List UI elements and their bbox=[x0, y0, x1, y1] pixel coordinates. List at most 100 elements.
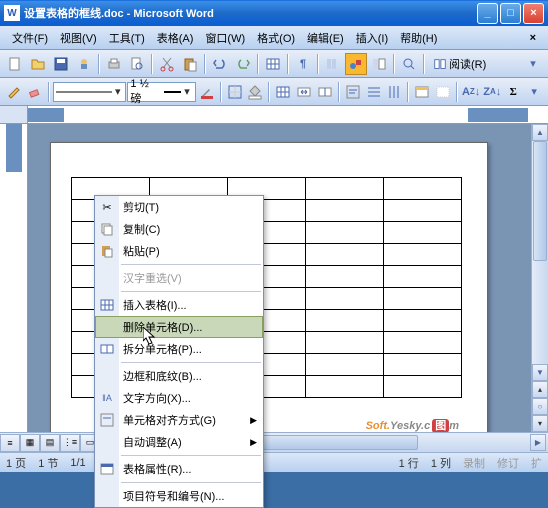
vertical-ruler[interactable] bbox=[0, 124, 28, 432]
merge-cells-button[interactable] bbox=[294, 81, 314, 103]
save-button[interactable] bbox=[50, 53, 72, 75]
menu-insert[interactable]: 插入(I) bbox=[352, 28, 392, 48]
horizontal-ruler[interactable] bbox=[0, 106, 548, 124]
status-rev: 修订 bbox=[497, 455, 519, 471]
status-ext: 扩 bbox=[531, 455, 542, 471]
tables-toolbar: ▾ 1 ½ 磅▾ AZ↓ ZA↓ Σ ▾ bbox=[0, 78, 548, 106]
next-page-button[interactable]: ▾ bbox=[532, 415, 548, 432]
menu-tools[interactable]: 工具(T) bbox=[105, 28, 149, 48]
draw-table-button[interactable] bbox=[4, 81, 24, 103]
toolbar-options-button[interactable]: ▾ bbox=[522, 53, 544, 75]
print-view-button[interactable]: ▤ bbox=[40, 434, 60, 452]
ctx-reconvert: 汉字重选(V) bbox=[95, 267, 263, 289]
doc-close-button[interactable]: × bbox=[526, 30, 540, 46]
normal-view-button[interactable]: ≡ bbox=[0, 434, 20, 452]
line-weight-combo[interactable]: 1 ½ 磅▾ bbox=[127, 82, 195, 102]
doc-map-button[interactable] bbox=[368, 53, 390, 75]
print-button[interactable] bbox=[103, 53, 125, 75]
menu-edit[interactable]: 编辑(E) bbox=[303, 28, 348, 48]
line-style-combo[interactable]: ▾ bbox=[53, 82, 127, 102]
web-view-button[interactable]: ▦ bbox=[20, 434, 40, 452]
menu-table[interactable]: 表格(A) bbox=[153, 28, 198, 48]
menu-view[interactable]: 视图(V) bbox=[56, 28, 101, 48]
open-button[interactable] bbox=[27, 53, 49, 75]
prev-page-button[interactable]: ▴ bbox=[532, 381, 548, 398]
ctx-copy[interactable]: 复制(C) bbox=[95, 218, 263, 240]
close-button[interactable]: × bbox=[523, 3, 544, 24]
status-bar: 1 页 1 节 1/1 1 行 1 列 录制 修订 扩 bbox=[0, 452, 548, 472]
insert-table-button[interactable] bbox=[262, 53, 284, 75]
insert-table2-button[interactable] bbox=[273, 81, 293, 103]
hide-gridlines-button[interactable] bbox=[433, 81, 453, 103]
permission-button[interactable] bbox=[73, 53, 95, 75]
sort-desc-button[interactable]: ZA↓ bbox=[482, 81, 502, 103]
copy-icon bbox=[99, 221, 115, 237]
maximize-button[interactable]: □ bbox=[500, 3, 521, 24]
ctx-insert-table[interactable]: 插入表格(I)... bbox=[95, 294, 263, 316]
menu-format[interactable]: 格式(O) bbox=[253, 28, 299, 48]
watermark: Soft.Yesky.c图m bbox=[366, 416, 459, 432]
redo-button[interactable] bbox=[232, 53, 254, 75]
scroll-thumb[interactable] bbox=[533, 141, 547, 261]
sort-asc-button[interactable]: AZ↓ bbox=[461, 81, 481, 103]
zoom-button[interactable] bbox=[398, 53, 420, 75]
scroll-right-button[interactable]: ▶ bbox=[530, 434, 546, 451]
align-icon bbox=[99, 412, 115, 428]
ctx-bullets[interactable]: 项目符号和编号(N)... bbox=[95, 485, 263, 507]
cut-button[interactable] bbox=[156, 53, 178, 75]
context-menu: ✂剪切(T) 复制(C) 粘贴(P) 汉字重选(V) 插入表格(I)... 删除… bbox=[94, 195, 264, 508]
menu-bar: 文件(F) 视图(V) 工具(T) 表格(A) 窗口(W) 格式(O) 编辑(E… bbox=[0, 26, 548, 50]
show-marks-button[interactable]: ¶ bbox=[292, 53, 314, 75]
scroll-down-button[interactable]: ▼ bbox=[532, 364, 548, 381]
undo-button[interactable] bbox=[209, 53, 231, 75]
align-button[interactable] bbox=[343, 81, 363, 103]
ctx-cell-align[interactable]: 单元格对齐方式(G)▶ bbox=[95, 409, 263, 431]
word-app-icon: W bbox=[4, 5, 20, 21]
split-icon bbox=[99, 341, 115, 357]
autoformat-button[interactable] bbox=[412, 81, 432, 103]
preview-button[interactable] bbox=[126, 53, 148, 75]
workspace: Soft.Yesky.c图m ▲ ▼ ▴ ○ ▾ bbox=[0, 124, 548, 432]
borders-button[interactable] bbox=[225, 81, 245, 103]
shading-button[interactable] bbox=[245, 81, 265, 103]
ctx-autofit[interactable]: 自动调整(A)▶ bbox=[95, 431, 263, 453]
split-cells-button[interactable] bbox=[315, 81, 335, 103]
menu-file[interactable]: 文件(F) bbox=[8, 28, 52, 48]
status-page: 1 页 bbox=[6, 455, 26, 471]
toolbar3-options-button[interactable]: ▾ bbox=[524, 81, 544, 103]
new-doc-button[interactable] bbox=[4, 53, 26, 75]
vertical-scrollbar[interactable]: ▲ ▼ ▴ ○ ▾ bbox=[531, 124, 548, 432]
ctx-cut[interactable]: ✂剪切(T) bbox=[95, 196, 263, 218]
paste-button[interactable] bbox=[179, 53, 201, 75]
distribute-cols-button[interactable] bbox=[384, 81, 404, 103]
status-section: 1 节 bbox=[38, 455, 58, 471]
ctx-paste[interactable]: 粘贴(P) bbox=[95, 240, 263, 262]
border-color-button[interactable] bbox=[197, 81, 217, 103]
cut-icon: ✂ bbox=[99, 199, 115, 215]
ctx-text-direction[interactable]: ‖A文字方向(X)... bbox=[95, 387, 263, 409]
eraser-button[interactable] bbox=[25, 81, 45, 103]
autosum-button[interactable]: Σ bbox=[503, 81, 523, 103]
drawing-button[interactable] bbox=[345, 53, 367, 75]
textdir-icon: ‖A bbox=[99, 390, 115, 406]
props-icon bbox=[99, 461, 115, 477]
status-position: 1/1 bbox=[70, 457, 85, 469]
submenu-arrow-icon: ▶ bbox=[250, 437, 257, 448]
menu-window[interactable]: 窗口(W) bbox=[201, 28, 249, 48]
status-line: 1 行 bbox=[399, 455, 419, 471]
paste-icon bbox=[99, 243, 115, 259]
scroll-up-button[interactable]: ▲ bbox=[532, 124, 548, 141]
ctx-borders[interactable]: 边框和底纹(B)... bbox=[95, 365, 263, 387]
ctx-table-props[interactable]: 表格属性(R)... bbox=[95, 458, 263, 480]
ctx-split-cells[interactable]: 拆分单元格(P)... bbox=[95, 338, 263, 360]
ctx-delete-cells[interactable]: 删除单元格(D)... bbox=[95, 316, 263, 338]
distribute-rows-button[interactable] bbox=[364, 81, 384, 103]
status-column: 1 列 bbox=[431, 455, 451, 471]
titlebar: W 设置表格的框线.doc - Microsoft Word _ □ × bbox=[0, 0, 548, 26]
browse-object-button[interactable]: ○ bbox=[532, 398, 548, 415]
outline-view-button[interactable]: ⋮≡ bbox=[60, 434, 80, 452]
menu-help[interactable]: 帮助(H) bbox=[396, 28, 441, 48]
read-mode-button[interactable]: 阅读(R) bbox=[428, 53, 491, 75]
minimize-button[interactable]: _ bbox=[477, 3, 498, 24]
columns-button[interactable] bbox=[322, 53, 344, 75]
